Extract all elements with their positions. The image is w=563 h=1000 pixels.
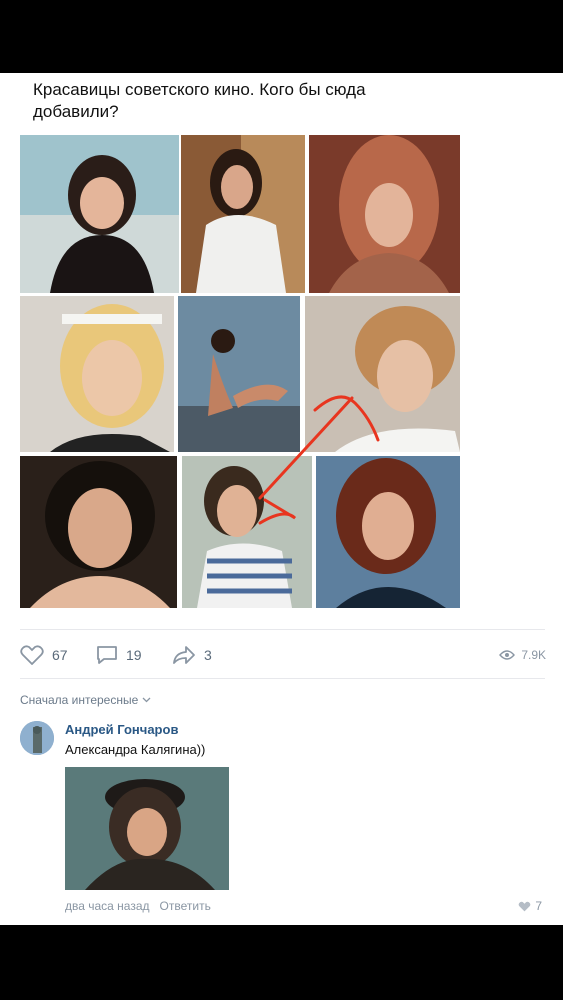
comment-button[interactable]: 19: [96, 645, 142, 665]
likes-count: 67: [52, 647, 68, 663]
comment-text: Александра Калягина)): [65, 742, 206, 757]
comment-like-button[interactable]: 7: [518, 899, 542, 913]
views-count: 7.9K: [521, 648, 546, 662]
photo-actress-1[interactable]: [20, 135, 179, 293]
divider: [20, 678, 545, 679]
comment-likes-count: 7: [535, 899, 542, 913]
post-actions: 67 19 3 7.9K: [20, 635, 546, 675]
comments-sort-dropdown[interactable]: Сначала интересные: [20, 693, 151, 707]
comments-count: 19: [126, 647, 142, 663]
comment-time: два часа назад: [65, 899, 150, 913]
chevron-down-icon: [142, 697, 151, 703]
shares-count: 3: [204, 647, 212, 663]
photo-actress-4[interactable]: [20, 296, 174, 452]
photo-actress-3[interactable]: [309, 135, 460, 293]
share-button[interactable]: 3: [172, 645, 212, 665]
photo-actress-7[interactable]: [20, 456, 177, 608]
comment-icon: [97, 646, 117, 664]
photo-actress-2[interactable]: [181, 135, 305, 293]
avatar[interactable]: [20, 721, 54, 755]
post-text: Красавицы советского кино. Кого бы сюда …: [33, 80, 366, 121]
eye-icon: [499, 650, 516, 660]
heart-icon: [518, 901, 531, 911]
divider: [20, 629, 545, 630]
share-icon: [173, 646, 195, 664]
annotation-arrow: [258, 395, 380, 525]
like-button[interactable]: 67: [20, 645, 68, 665]
comment-meta: два часа назад Ответить: [65, 899, 211, 913]
comment-author[interactable]: Андрей Гончаров: [65, 722, 178, 737]
heart-icon: [20, 645, 44, 665]
sort-label: Сначала интересные: [20, 693, 139, 707]
reply-link[interactable]: Ответить: [160, 899, 211, 913]
post-screen: Красавицы советского кино. Кого бы сюда …: [0, 73, 563, 925]
comment-photo[interactable]: [65, 767, 229, 890]
views-counter: 7.9K: [499, 648, 546, 662]
